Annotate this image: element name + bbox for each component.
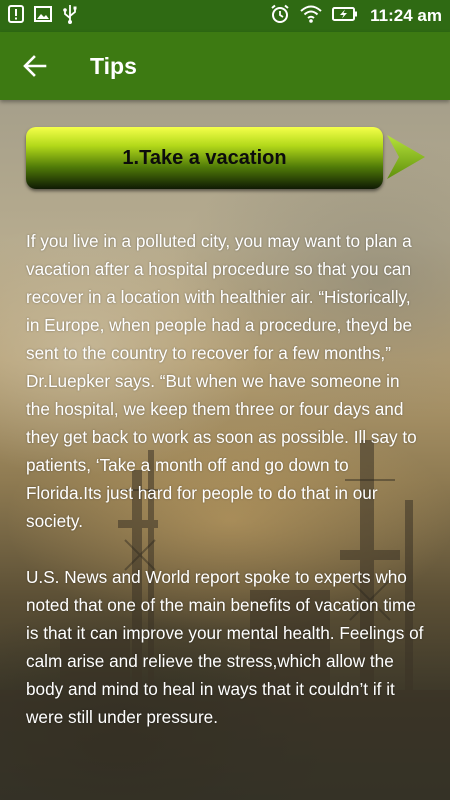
tip-paragraph: U.S. News and World report spoke to expe… [26,567,424,727]
tip-title-banner: 1.Take a vacation [26,127,383,189]
battery-charging-icon [332,6,358,27]
app-bar: Tips [0,32,450,100]
status-time: 11:24 am [370,6,442,25]
tip-body: If you live in a polluted city, you may … [26,227,426,731]
page-title: Tips [90,52,137,79]
tip-paragraph: If you live in a polluted city, you may … [26,231,417,531]
next-tip-arrow-icon[interactable] [385,133,427,181]
status-left-icons [8,4,78,29]
alert-icon [8,4,24,28]
image-icon [34,5,52,27]
wifi-icon [300,5,322,28]
arrow-left-icon [23,55,47,77]
status-bar: 11:24 am [0,0,450,32]
status-right-icons: 11:24 am [270,4,442,29]
alarm-icon [270,4,290,29]
tip-title: 1.Take a vacation [122,146,287,169]
usb-icon [62,4,78,29]
back-button[interactable] [0,32,70,100]
tips-screen: 11:24 am Tips 1.Take a vacation If you l… [0,0,450,800]
